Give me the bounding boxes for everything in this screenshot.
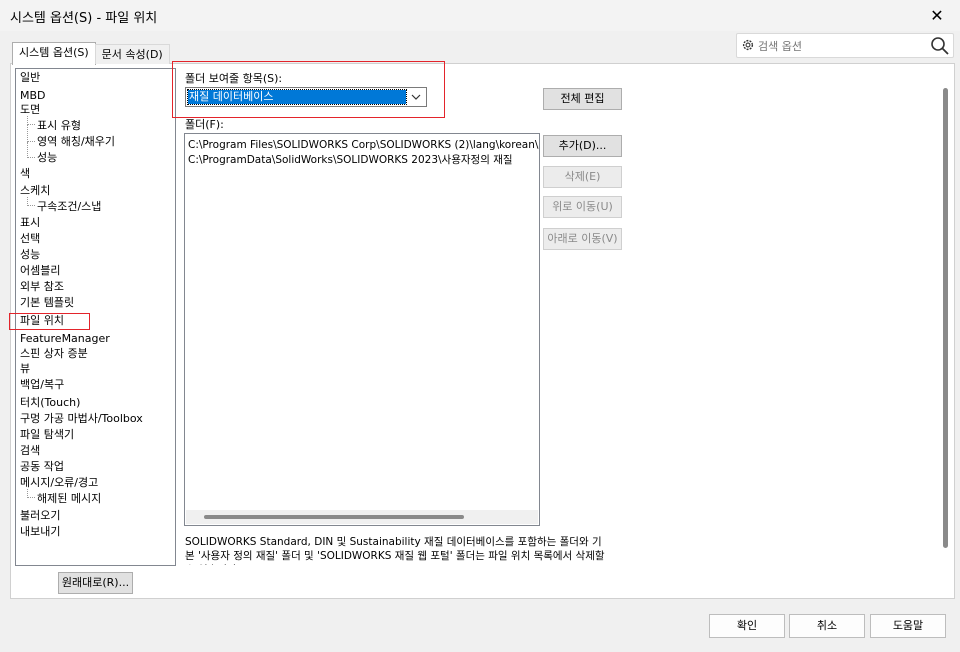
tab-document-properties[interactable]: 문서 속성(D) [94,44,170,64]
search-box[interactable] [736,33,954,58]
tab-system-options[interactable]: 시스템 옵션(S) [12,42,96,65]
tree-item-collaboration[interactable]: 공동 작업 [20,459,64,475]
close-button[interactable]: ✕ [914,0,960,31]
reset-button[interactable]: 원래대로(R)... [58,572,133,594]
search-icon[interactable] [929,35,951,57]
tree-item-sketch[interactable]: 스케치 [20,183,50,199]
folders-horizontal-scrollbar[interactable] [186,510,538,524]
tree-item-external-references[interactable]: 외부 참조 [20,279,64,295]
tree-item-export[interactable]: 내보내기 [20,524,60,540]
tree-item-assemblies[interactable]: 어셈블리 [20,263,60,279]
tree-item-selection[interactable]: 선택 [20,231,40,247]
tree-item-import[interactable]: 불러오기 [20,508,60,524]
tree-item-hole-wizard-toolbox[interactable]: 구멍 가공 마법사/Toolbox [20,411,143,427]
folders-label: 폴더(F): [185,118,224,131]
description-text: SOLIDWORKS Standard, DIN 및 Sustainabilit… [185,536,605,565]
tree-item-dismissed-messages[interactable]: 해제된 메시지 [37,491,101,507]
delete-folder-button[interactable]: 삭제(E) [543,166,622,188]
tree-item-search[interactable]: 검색 [20,443,40,459]
highlight-box-file-locations [9,313,90,330]
folders-list[interactable]: C:\Program Files\SOLIDWORKS Corp\SOLIDWO… [184,133,540,526]
tree-item-colors[interactable]: 색 [20,166,30,182]
move-down-button[interactable]: 아래로 이동(V) [543,228,622,250]
edit-all-button[interactable]: 전체 편집 [543,88,622,110]
list-item[interactable]: C:\Program Files\SOLIDWORKS Corp\SOLIDWO… [188,137,539,153]
tree-item-performance[interactable]: 성능 [20,247,40,263]
tab-strip: 시스템 옵션(S) 문서 속성(D) [12,42,170,65]
list-item[interactable]: C:\ProgramData\SolidWorks\SOLIDWORKS 202… [188,152,513,168]
scrollbar-thumb[interactable] [204,515,464,519]
gear-icon[interactable] [741,38,755,52]
panel-vertical-scrollbar[interactable] [940,70,952,565]
add-folder-button[interactable]: 추가(D)... [543,135,622,157]
ok-button[interactable]: 확인 [709,614,785,638]
tree-connector [27,197,35,206]
tree-item-spin-box-increments[interactable]: 스핀 상자 증분 [20,346,88,362]
tree-item-featuremanager[interactable]: FeatureManager [20,331,110,347]
close-icon: ✕ [930,6,944,25]
search-input[interactable] [758,37,928,55]
tree-item-display[interactable]: 표시 [20,215,40,231]
cancel-button[interactable]: 취소 [789,614,865,638]
tree-item-default-templates[interactable]: 기본 템플릿 [20,295,74,311]
scrollbar-thumb[interactable] [943,88,948,548]
tree-connector [27,116,35,125]
tree-item-view[interactable]: 뷰 [20,361,30,377]
title-bar: 시스템 옵션(S) - 파일 위치 ✕ [0,0,960,31]
tree-item-backup-recover[interactable]: 백업/복구 [20,377,64,393]
tree-item-file-explorer[interactable]: 파일 탐색기 [20,427,74,443]
window-title: 시스템 옵션(S) - 파일 위치 [10,11,158,26]
tree-item-touch[interactable]: 터치(Touch) [20,395,80,411]
tree-item-general[interactable]: 일반 [20,70,40,86]
highlight-box-folder-type [172,61,445,118]
help-button[interactable]: 도움말 [870,614,946,638]
tree-item-display-style[interactable]: 표시 유형 [37,118,81,134]
tree-item-area-hatch[interactable]: 영역 해칭/채우기 [37,134,115,150]
tree-item-drawing-performance[interactable]: 성능 [37,150,57,166]
tree-connector [27,125,35,142]
tree-connector [27,142,35,158]
move-up-button[interactable]: 위로 이동(U) [543,196,622,218]
tree-item-relations-snaps[interactable]: 구속조건/스냅 [37,199,101,215]
tree-connector [27,489,35,498]
